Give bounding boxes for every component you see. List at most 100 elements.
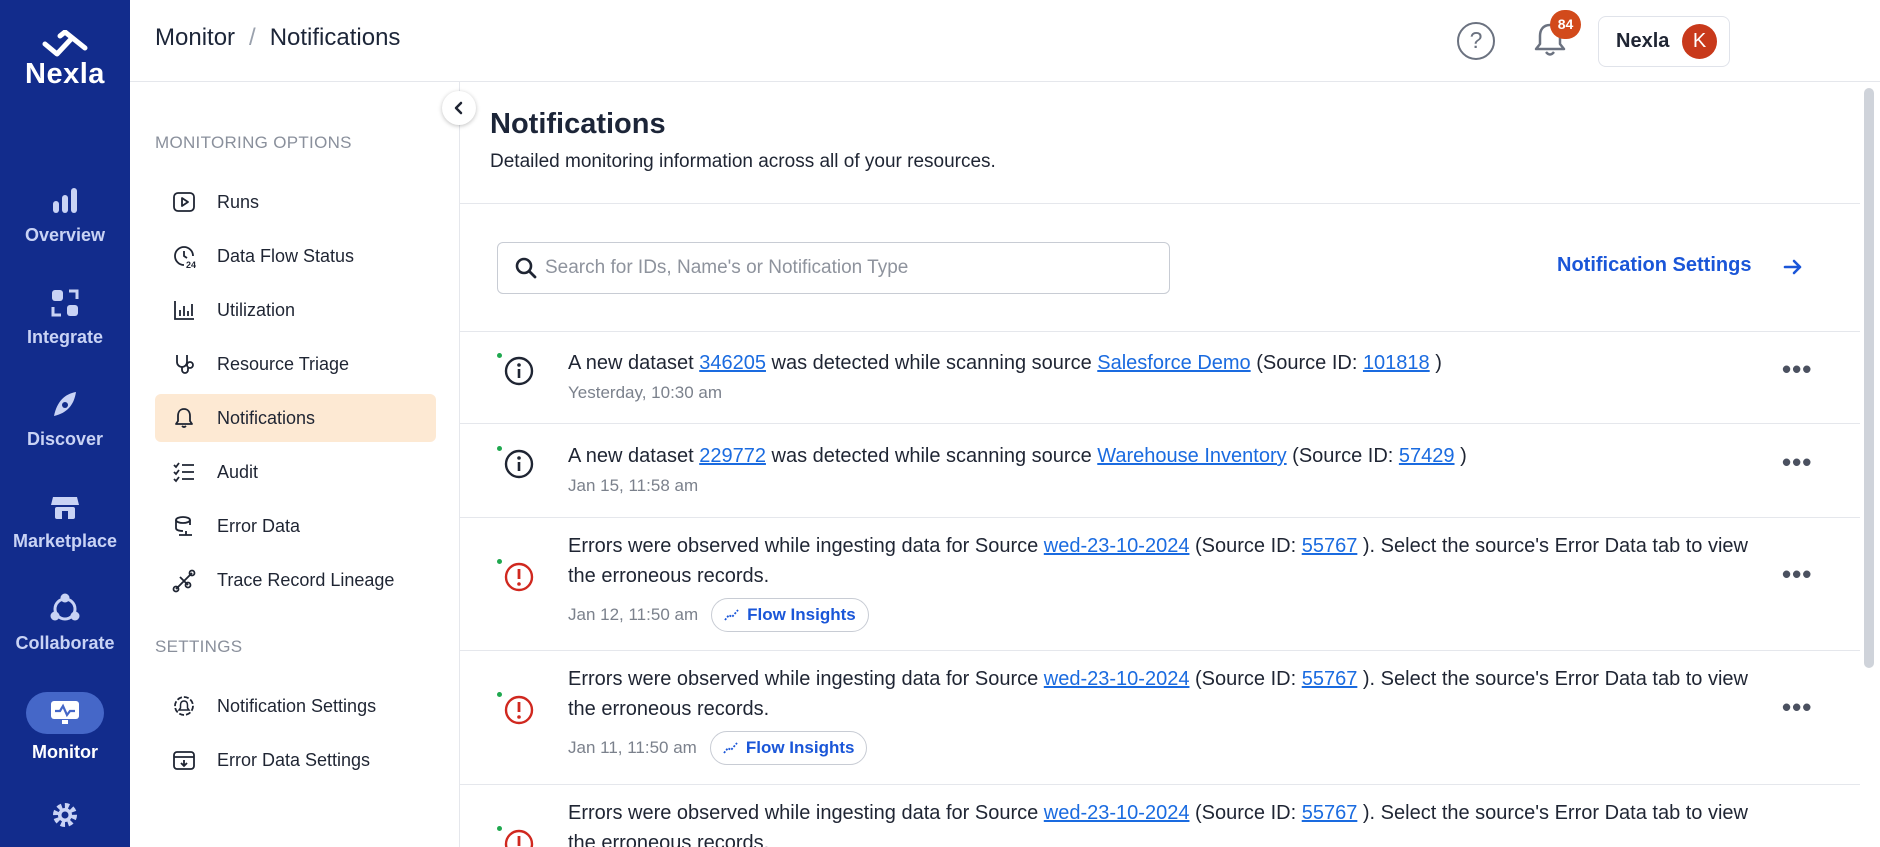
source-id-link[interactable]: 55767 (1302, 802, 1358, 824)
rail-item-integrate[interactable]: Integrate (0, 285, 130, 348)
submenu-label: Data Flow Status (217, 245, 355, 266)
usage-chart-icon (171, 297, 197, 323)
message-text: was detected while scanning source (765, 352, 1098, 374)
notification-row[interactable]: Errors were observed while ingesting dat… (460, 786, 1860, 847)
message-text: A new dataset (568, 445, 700, 467)
unread-dot (497, 353, 502, 358)
submenu-item-notifications[interactable]: Notifications (155, 394, 436, 442)
submenu-item-trace-record-lineage[interactable]: Trace Record Lineage (155, 556, 436, 604)
submenu-item-notification-settings[interactable]: Notification Settings (155, 682, 436, 730)
submenu-item-error-data-settings[interactable]: Error Data Settings (155, 736, 436, 784)
more-options-icon[interactable]: ••• (1782, 447, 1812, 478)
notification-row[interactable]: Errors were observed while ingesting dat… (460, 652, 1860, 785)
submenu-label: Runs (217, 191, 260, 212)
error-icon (504, 829, 534, 847)
submenu-item-audit[interactable]: Audit (155, 448, 436, 496)
scrollbar[interactable] (1864, 88, 1874, 668)
notification-time: Jan 15, 11:58 am (568, 476, 699, 495)
submenu-item-runs[interactable]: Runs (155, 178, 436, 226)
breadcrumb-notifications: Notifications (269, 24, 401, 51)
flow-insights-button[interactable]: Flow Insights (709, 731, 868, 765)
submenu-item-utilization[interactable]: Utilization (155, 286, 436, 334)
rail-label: Integrate (26, 327, 104, 347)
rail-label: Overview (24, 225, 106, 245)
notification-row[interactable]: Errors were observed while ingesting dat… (460, 519, 1860, 651)
search-input[interactable] (545, 255, 1145, 281)
submenu-label: Notifications (217, 407, 316, 428)
integrate-icon (51, 289, 79, 317)
info-icon (504, 449, 534, 479)
message-text: (Source ID: (1286, 445, 1399, 467)
breadcrumb: Monitor / Notifications (155, 24, 400, 52)
rail-item-discover[interactable]: Discover (0, 387, 130, 450)
source-id-link[interactable]: 57429 (1399, 445, 1455, 467)
error-data-icon (171, 513, 197, 539)
avatar: K (1682, 24, 1717, 59)
notification-message: Errors were observed while ingesting dat… (568, 664, 1758, 724)
bar-chart-icon (53, 188, 77, 213)
rail-item-marketplace[interactable]: Marketplace (0, 489, 130, 552)
message-text: Errors were observed while ingesting dat… (568, 802, 1044, 824)
unread-dot (497, 826, 502, 831)
info-icon (504, 356, 534, 386)
message-text: ) (1454, 445, 1467, 467)
user-menu[interactable]: Nexla K (1598, 16, 1730, 67)
rail-item-overview[interactable]: Overview (0, 183, 130, 246)
rail-label: Collaborate (15, 633, 115, 653)
dataset-id-link[interactable]: 229772 (699, 445, 766, 467)
dataset-id-link[interactable]: 346205 (699, 352, 766, 374)
unread-dot (497, 692, 502, 697)
source-name-link[interactable]: Salesforce Demo (1097, 352, 1250, 374)
rail-item-collaborate[interactable]: Collaborate (0, 591, 130, 654)
error-icon (504, 695, 534, 725)
message-text: Errors were observed while ingesting dat… (568, 535, 1044, 557)
unread-dot (497, 446, 502, 451)
notification-meta: Jan 12, 11:50 am Flow Insights (568, 598, 869, 632)
source-name-link[interactable]: Warehouse Inventory (1097, 445, 1286, 467)
collaborate-icon (50, 593, 80, 621)
source-id-link[interactable]: 101818 (1363, 352, 1430, 374)
bell-icon (171, 405, 197, 431)
more-options-icon[interactable]: ••• (1782, 354, 1812, 385)
help-icon[interactable]: ? (1457, 22, 1495, 60)
notification-settings-link[interactable]: Notification Settings (1557, 254, 1751, 277)
source-id-link[interactable]: 55767 (1302, 668, 1358, 690)
source-name-link[interactable]: wed-23-10-2024 (1044, 668, 1190, 690)
unread-dot (497, 559, 502, 564)
more-options-icon[interactable]: ••• (1782, 559, 1812, 590)
source-name-link[interactable]: wed-23-10-2024 (1044, 802, 1190, 824)
divider (460, 203, 1860, 204)
submenu-item-data-flow-status[interactable]: 24 Data Flow Status (155, 232, 436, 280)
lineage-icon (171, 567, 197, 593)
message-text: Errors were observed while ingesting dat… (568, 668, 1044, 690)
notification-row[interactable]: A new dataset 229772 was detected while … (460, 425, 1860, 518)
source-name-link[interactable]: wed-23-10-2024 (1044, 535, 1190, 557)
search-icon (515, 257, 537, 279)
breadcrumb-monitor[interactable]: Monitor (155, 24, 235, 51)
notification-meta: Jan 11, 11:50 am Flow Insights (568, 731, 868, 765)
notification-meta: Yesterday, 10:30 am (568, 383, 722, 403)
rail-item-settings[interactable] (0, 797, 130, 839)
flow-insights-button[interactable]: Flow Insights (711, 598, 869, 632)
rail-item-monitor[interactable]: Monitor (0, 692, 130, 763)
arrow-right-icon[interactable] (1782, 256, 1804, 278)
main-nav-rail: Nexla Overview Integrate Discover Market… (0, 0, 130, 847)
clock-24-icon: 24 (171, 243, 197, 269)
compass-icon (54, 392, 76, 416)
more-options-icon[interactable]: ••• (1782, 692, 1812, 723)
notification-row[interactable]: A new dataset 346205 was detected while … (460, 332, 1860, 424)
nexla-logo[interactable]: Nexla (0, 30, 130, 91)
bell-gear-icon (171, 693, 197, 719)
monitor-icon (51, 701, 79, 724)
page-title: Notifications (490, 108, 666, 140)
insights-icon (723, 742, 738, 754)
submenu-item-resource-triage[interactable]: Resource Triage (155, 340, 436, 388)
source-id-link[interactable]: 55767 (1302, 535, 1358, 557)
gear-icon (53, 803, 77, 827)
monitor-icon-pill (26, 692, 104, 734)
section-heading-settings: SETTINGS (155, 637, 243, 656)
submenu-item-error-data[interactable]: Error Data (155, 502, 436, 550)
submenu-label: Notification Settings (217, 695, 377, 716)
page-subtitle: Detailed monitoring information across a… (490, 151, 996, 172)
rail-label: Discover (26, 429, 104, 449)
